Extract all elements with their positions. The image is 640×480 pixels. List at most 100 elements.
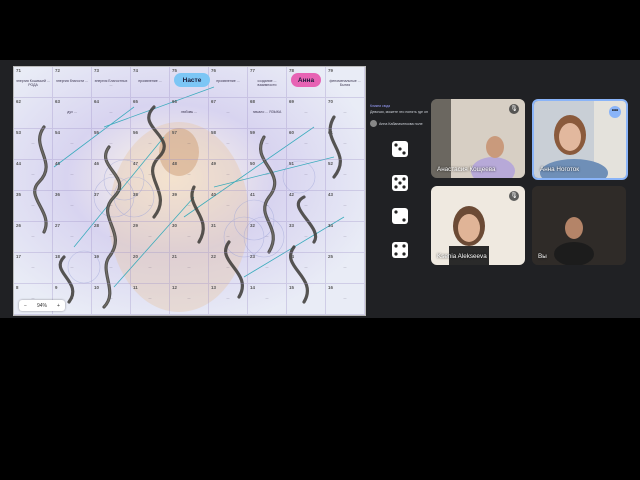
board-cell[interactable]: 60... [287,129,326,160]
participant-tile-self[interactable]: Вы [532,186,626,265]
board-cell[interactable]: 31... [209,222,248,253]
board-cell[interactable]: 37... [92,191,131,222]
board-cell[interactable]: 22... [209,253,248,284]
participant-tile[interactable]: 🎙 Анастасия Кощеева [431,99,525,178]
board-cell[interactable]: 59... [248,129,287,160]
board-cell[interactable]: 63 дух ... [53,98,92,129]
dice-icon[interactable] [391,174,409,192]
board-cell[interactable]: 33... [287,222,326,253]
board-cell[interactable]: 12... [170,284,209,315]
board-cell[interactable]: 40... [209,191,248,222]
board-cell[interactable]: 73 энергия Благостных ... [92,67,131,98]
board-cell[interactable]: 29... [131,222,170,253]
board-cell-number: 48 [172,161,177,166]
board-cell[interactable]: 77 создание ... взаимности [248,67,287,98]
board-cell-number: 55 [94,130,99,135]
board-cell[interactable]: 57... [170,129,209,160]
board-cell[interactable]: 42... [287,191,326,222]
board-cell-text: ... [304,141,308,145]
board-cell[interactable]: 23... [248,253,287,284]
board-cell[interactable]: 58... [209,129,248,160]
participant-tile[interactable]: 🎙 Ksenia Alekseeva [431,186,525,265]
board-cell[interactable]: 48... [170,160,209,191]
board-cell[interactable]: 24... [287,253,326,284]
board-cell[interactable]: 53... [14,129,53,160]
player-tag-anna[interactable]: Анна [291,73,321,87]
board-cell[interactable]: 35... [14,191,53,222]
board-cell[interactable]: 13... [209,284,248,315]
board-cell[interactable]: 55... [92,129,131,160]
chat-title[interactable]: Кликни сюда [370,104,432,108]
board-cell[interactable]: 43... [326,191,365,222]
board-cell[interactable]: 79 феноменальные ... Бытия [326,67,365,98]
board-cell[interactable]: 16... [326,284,365,315]
board-cell[interactable]: 32... [248,222,287,253]
board-cell-number: 60 [289,130,294,135]
board-cell[interactable]: 10... [92,284,131,315]
board-cell[interactable]: 64... [92,98,131,129]
board-cell[interactable]: 34... [326,222,365,253]
board-cell[interactable]: 74 проявление ... [131,67,170,98]
board-cell[interactable]: 21... [170,253,209,284]
board-cell[interactable]: 76 проявление ... [209,67,248,98]
board-cell[interactable]: 68 начало ... ЯЗЫКА [248,98,287,129]
board-cell-text: ... [304,203,308,207]
board-cell[interactable]: 50... [248,160,287,191]
board-cell-number: 9 [55,285,58,290]
board-cell[interactable]: 28... [92,222,131,253]
board-cell-text: ... [265,172,269,176]
zoom-out-button[interactable]: − [24,303,27,309]
participant-tile-active[interactable]: ••• Анна Ноготок [532,99,628,180]
board-cell[interactable]: 41... [248,191,287,222]
board-cell[interactable]: 39... [170,191,209,222]
board-cell[interactable]: 65... [131,98,170,129]
board-cell[interactable]: 36... [53,191,92,222]
board-cell[interactable]: 44... [14,160,53,191]
board-cell-number: 51 [289,161,294,166]
board-cell[interactable]: 30... [170,222,209,253]
board-cell[interactable]: 61... [326,129,365,160]
board-cell-number: 37 [94,192,99,197]
board-cell[interactable]: 20... [131,253,170,284]
board-cell[interactable]: 54... [53,129,92,160]
board-cell[interactable]: 14... [248,284,287,315]
board-cell[interactable]: 71 энергия Кошачьей ... РОДА [14,67,53,98]
board-cell[interactable]: 26... [14,222,53,253]
board-cell[interactable]: 51... [287,160,326,191]
board-cell[interactable]: 56... [131,129,170,160]
player-tag-nastye[interactable]: Насте [174,73,210,87]
board-cell-text: ... [187,265,191,269]
board-cell[interactable]: 52... [326,160,365,191]
more-options-icon[interactable]: ••• [609,106,621,118]
board-cell[interactable]: 67... [209,98,248,129]
board-cell-text: ... [304,234,308,238]
board-cell[interactable]: 25... [326,253,365,284]
board-cell-number: 69 [289,99,294,104]
game-board[interactable]: 71 энергия Кошачьей ... РОДА 72 энергия бла… [13,66,366,316]
board-cell[interactable]: 27... [53,222,92,253]
board-cell[interactable]: 15... [287,284,326,315]
board-cell[interactable]: 45... [53,160,92,191]
board-cell-number: 73 [94,68,99,73]
board-cell[interactable]: 17... [14,253,53,284]
board-cell[interactable]: 19... [92,253,131,284]
board-cell[interactable]: 18... [53,253,92,284]
board-cell[interactable]: 47... [131,160,170,191]
board-cell[interactable]: 62 [14,98,53,129]
board-cell-text: ... [265,203,269,207]
board-cell[interactable]: 38... [131,191,170,222]
board-cell[interactable]: 69... [287,98,326,129]
board-cell[interactable]: 49... [209,160,248,191]
board-cell-number: 46 [94,161,99,166]
board-cell-text: ... [187,296,191,300]
board-cell-number: 75 [172,68,177,73]
board-cell[interactable]: 70... [326,98,365,129]
dice-icon[interactable] [391,241,409,259]
board-cell[interactable]: 11... [131,284,170,315]
board-cell[interactable]: 46... [92,160,131,191]
board-cell[interactable]: 72 энергия благости ... [53,67,92,98]
zoom-in-button[interactable]: + [57,303,60,309]
board-cell[interactable]: 66 любовь ... [170,98,209,129]
dice-icon[interactable] [391,140,409,158]
dice-icon[interactable] [391,207,409,225]
